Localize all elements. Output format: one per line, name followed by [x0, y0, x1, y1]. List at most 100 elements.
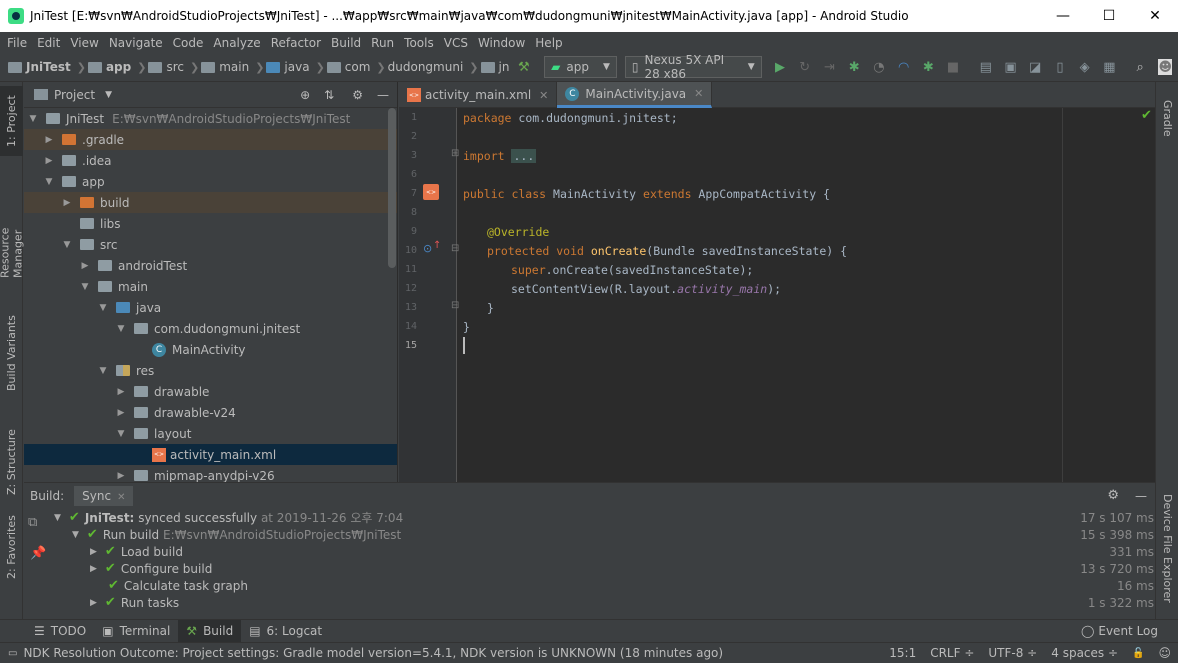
minimize-button[interactable]: — — [1040, 0, 1086, 32]
resource-icon[interactable]: ▦ — [1103, 59, 1116, 75]
gear-icon[interactable]: ⚙ — [1107, 488, 1119, 503]
tree-item[interactable]: ▼ java — [24, 297, 397, 318]
collapsed-arrow-icon[interactable]: ▶ — [90, 564, 97, 574]
fold-icon[interactable]: ⊟ — [451, 243, 459, 254]
menu-run[interactable]: Run — [366, 36, 399, 50]
debug-icon[interactable]: ✱ — [848, 59, 861, 75]
maximize-button[interactable]: ☐ — [1086, 0, 1132, 32]
inspection-ok-icon[interactable]: ✔ — [1141, 108, 1152, 123]
expanded-arrow-icon[interactable]: ▼ — [80, 282, 90, 292]
breadcrumb-java[interactable]: java ❯ — [266, 60, 325, 74]
tab-project[interactable]: 1: Project — [0, 86, 23, 156]
menu-tools[interactable]: Tools — [399, 36, 439, 50]
collapsed-arrow-icon[interactable]: ▶ — [44, 156, 54, 166]
hammer-icon[interactable]: ⚒ — [517, 59, 530, 75]
apply-code-changes-icon[interactable]: ⇥ — [823, 59, 836, 75]
close-icon[interactable]: ✕ — [539, 89, 548, 102]
folded-imports[interactable]: ... — [511, 149, 537, 163]
collapsed-arrow-icon[interactable]: ▶ — [116, 387, 126, 397]
attach-debugger-icon[interactable]: ✱ — [922, 59, 935, 75]
user-avatar-icon[interactable]: ☻ — [1158, 59, 1172, 75]
breadcrumb-com[interactable]: com ❯ — [326, 60, 386, 74]
tree-item[interactable]: C MainActivity — [24, 339, 397, 360]
apply-changes-icon[interactable]: ↻ — [798, 59, 811, 75]
breadcrumb-main[interactable]: main ❯ — [201, 60, 264, 74]
tab-logcat[interactable]: ▤ 6: Logcat — [241, 620, 330, 643]
menu-analyze[interactable]: Analyze — [208, 36, 265, 50]
tree-item[interactable]: ▼ app — [24, 171, 397, 192]
collapse-all-icon[interactable]: ⇅ — [324, 88, 334, 102]
chevron-down-icon[interactable]: ▼ — [105, 90, 112, 100]
collapsed-arrow-icon[interactable]: ▶ — [90, 547, 97, 557]
tree-item[interactable]: libs — [24, 213, 397, 234]
menu-code[interactable]: Code — [168, 36, 209, 50]
expanded-arrow-icon[interactable]: ▼ — [98, 366, 108, 376]
menu-view[interactable]: View — [65, 36, 103, 50]
tree-item[interactable]: ▶ build — [24, 192, 397, 213]
tree-item[interactable]: ▼ com.dudongmuni.jnitest — [24, 318, 397, 339]
menu-edit[interactable]: Edit — [32, 36, 65, 50]
menu-vcs[interactable]: VCS — [439, 36, 473, 50]
expanded-arrow-icon[interactable]: ▼ — [62, 240, 72, 250]
sdk-manager-icon[interactable]: ▯ — [1054, 59, 1067, 75]
build-row[interactable]: ✔ Calculate task graph 16 ms — [108, 577, 1154, 594]
lock-icon[interactable]: 🔓 — [1125, 648, 1151, 659]
build-row[interactable]: ▶ ✔ Run tasks 1 s 322 ms — [90, 594, 1154, 611]
caret-position[interactable]: 15:1 — [882, 646, 923, 660]
tree-item[interactable]: ▼ res — [24, 360, 397, 381]
collapsed-arrow-icon[interactable]: ▶ — [116, 471, 126, 481]
breadcrumb-app[interactable]: app ❯ — [87, 60, 146, 74]
status-toggle-icon[interactable]: ▭ — [8, 648, 17, 659]
inspector-icon[interactable]: ☺ — [1151, 646, 1178, 660]
fold-icon[interactable]: ⊞ — [451, 148, 459, 159]
breadcrumb-dudongmuni[interactable]: dudongmuni ❯ — [388, 60, 479, 74]
fold-icon[interactable]: ⊟ — [451, 300, 459, 311]
tree-item[interactable]: ▶ androidTest — [24, 255, 397, 276]
gear-icon[interactable]: ⚙ — [352, 88, 363, 102]
breadcrumb-jnitest[interactable]: JniTest ❯ — [8, 60, 86, 74]
pin-icon[interactable]: 📌 — [30, 546, 46, 561]
expanded-arrow-icon[interactable]: ▼ — [98, 303, 108, 313]
collapsed-arrow-icon[interactable]: ▶ — [116, 408, 126, 418]
tab-activity-main-xml[interactable]: <> activity_main.xml ✕ — [399, 82, 558, 108]
line-separator[interactable]: CRLF ÷ — [923, 646, 981, 660]
expanded-arrow-icon[interactable]: ▼ — [116, 429, 126, 439]
collapsed-arrow-icon[interactable]: ▶ — [90, 598, 97, 608]
collapsed-arrow-icon[interactable]: ▶ — [62, 198, 72, 208]
expanded-arrow-icon[interactable]: ▼ — [116, 324, 126, 334]
run-icon[interactable]: ▶ — [774, 59, 787, 75]
tree-item[interactable]: ▶ mipmap-anydpi-v26 — [24, 465, 397, 483]
expanded-arrow-icon[interactable]: ▼ — [72, 530, 79, 540]
tab-event-log[interactable]: ◯ Event Log — [1073, 620, 1166, 643]
tab-todo[interactable]: ☰ TODO — [26, 620, 94, 643]
tree-item[interactable]: ▼ main — [24, 276, 397, 297]
tab-gradle[interactable]: Gradle — [1156, 88, 1178, 148]
tree-item[interactable]: ▼ layout — [24, 423, 397, 444]
close-icon[interactable]: ✕ — [694, 87, 703, 100]
menu-navigate[interactable]: Navigate — [104, 36, 168, 50]
indent-setting[interactable]: 4 spaces ÷ — [1044, 646, 1125, 660]
override-method-icon[interactable]: ⊙ — [423, 242, 432, 255]
layout-inspector-icon[interactable]: ◈ — [1078, 59, 1091, 75]
hide-icon[interactable]: — — [377, 88, 389, 102]
breadcrumb-src[interactable]: src ❯ — [148, 60, 199, 74]
tree-item[interactable]: ▼ JniTest E:₩svn₩AndroidStudioProjects₩Jni… — [24, 108, 397, 129]
tree-item-selected[interactable]: <> activity_main.xml — [24, 444, 397, 465]
tree-item[interactable]: ▶ drawable — [24, 381, 397, 402]
tab-build[interactable]: ⚒ Build — [178, 619, 242, 643]
tab-terminal[interactable]: ▣ Terminal — [94, 620, 178, 643]
menu-build[interactable]: Build — [326, 36, 366, 50]
build-row[interactable]: ▼ ✔ Run build E:₩svn₩AndroidStudioProjects… — [72, 526, 1154, 543]
tab-build-variants[interactable]: Build Variants — [0, 308, 23, 398]
code-editor[interactable]: 1 2 3 6 7 8 9 10 11 12 13 14 15 <> ⊙ ↑ ⊞… — [399, 108, 1155, 482]
close-button[interactable]: ✕ — [1132, 0, 1178, 32]
run-config-select[interactable]: ▰ app ▼ — [544, 56, 617, 78]
expanded-arrow-icon[interactable]: ▼ — [44, 177, 54, 187]
device-select[interactable]: ▯ Nexus 5X API 28 x86 ▼ — [624, 53, 762, 81]
tree-item[interactable]: ▶ .idea — [24, 150, 397, 171]
expanded-arrow-icon[interactable]: ▼ — [28, 114, 38, 124]
breadcrumb-jn[interactable]: jn — [480, 60, 509, 74]
collapsed-arrow-icon[interactable]: ▶ — [44, 135, 54, 145]
menu-refactor[interactable]: Refactor — [266, 36, 326, 50]
tab-favorites[interactable]: 2: Favorites — [0, 512, 23, 582]
